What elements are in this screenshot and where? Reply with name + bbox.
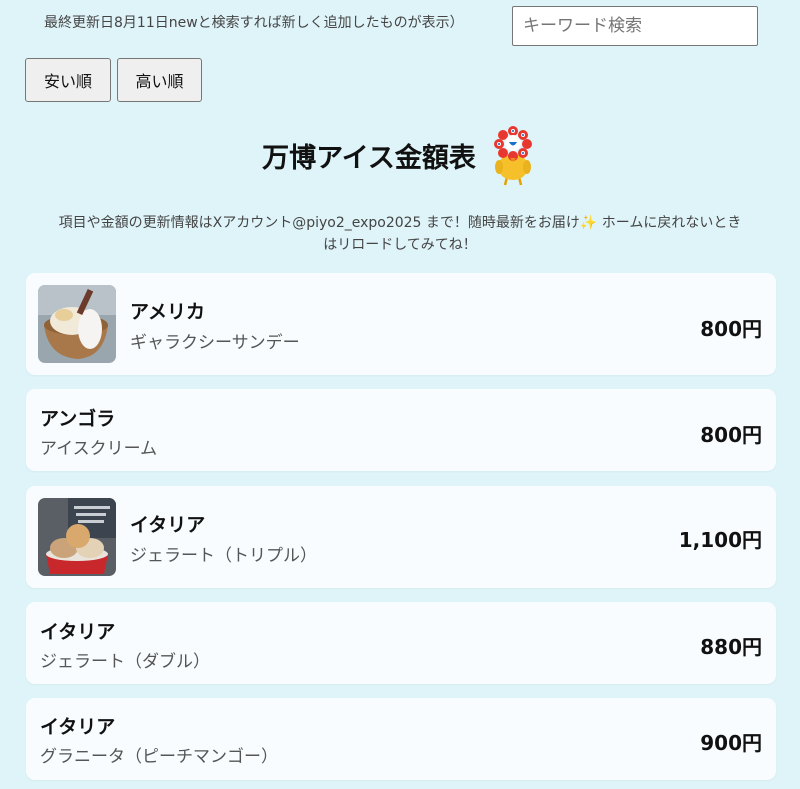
country-name: アンゴラ	[40, 408, 116, 430]
page-title: 万博アイス金額表	[262, 142, 476, 174]
price: 800円	[700, 317, 762, 341]
sundae-photo	[38, 285, 116, 363]
price: 900円	[700, 731, 762, 755]
sort-expensive-button[interactable]: 高い順	[117, 58, 202, 102]
country-name: イタリア	[40, 716, 116, 738]
info-text: 項目や金額の更新情報はXアカウント@piyo2_expo2025 まで！随時最新…	[28, 212, 772, 256]
country-name: アメリカ	[130, 301, 206, 323]
country-name: イタリア	[40, 621, 116, 643]
info-line-1: 項目や金額の更新情報はXアカウント@piyo2_expo2025 まで！随時最新…	[58, 215, 742, 231]
price: 880円	[700, 635, 762, 659]
product-name: アイスクリーム	[40, 439, 158, 459]
product-name: ジェラート（ダブル）	[40, 652, 210, 672]
list-item[interactable]: イタリア ジェラート（トリプル） 1,100円	[26, 486, 776, 588]
top-bar: 最終更新日8月11日newと検索すれば新しく追加したものが表示）	[0, 0, 800, 50]
page-heading: 万博アイス金額表	[0, 122, 800, 188]
search-input[interactable]	[512, 6, 758, 46]
list-item[interactable]: イタリア グラニータ（ピーチマンゴー） 900円	[26, 698, 776, 780]
price: 1,100円	[678, 528, 762, 552]
update-notice: 最終更新日8月11日newと検索すれば新しく追加したものが表示）	[44, 15, 464, 31]
mascot-icon	[493, 126, 532, 186]
sort-cheapest-button[interactable]: 安い順	[25, 58, 111, 102]
list-item[interactable]: アンゴラ アイスクリーム 800円	[26, 389, 776, 471]
product-name: グラニータ（ピーチマンゴー）	[40, 747, 278, 767]
country-name: イタリア	[130, 514, 206, 536]
product-name: ギャラクシーサンデー	[130, 333, 300, 353]
info-line-2: はリロードしてみてね！	[323, 237, 477, 253]
price: 800円	[700, 423, 762, 447]
product-image	[38, 285, 116, 363]
product-name: ジェラート（トリプル）	[130, 546, 317, 566]
gelato-photo	[38, 498, 116, 576]
product-image	[38, 498, 116, 576]
list-item[interactable]: アメリカ ギャラクシーサンデー 800円	[26, 273, 776, 375]
list-item[interactable]: イタリア ジェラート（ダブル） 880円	[26, 602, 776, 684]
